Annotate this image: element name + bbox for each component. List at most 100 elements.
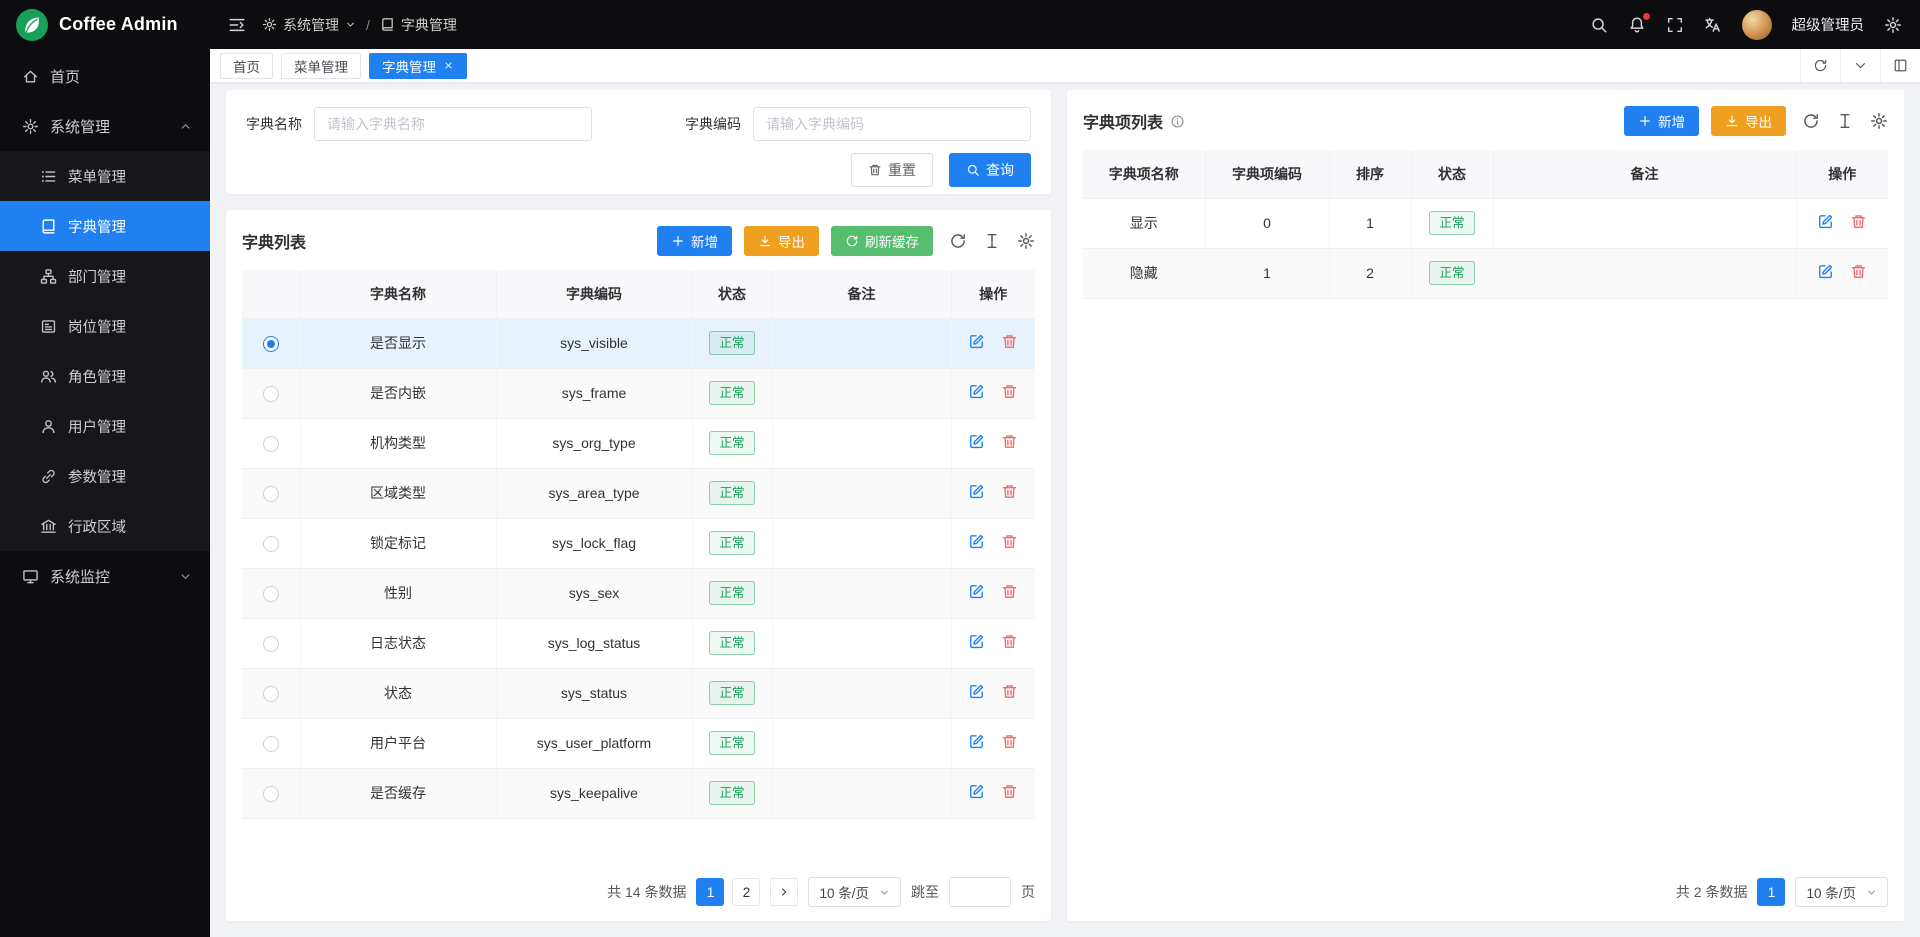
dict-row-9[interactable]: 是否缓存sys_keepalive正常 xyxy=(242,768,1035,818)
edit-icon[interactable] xyxy=(968,633,985,650)
trash-icon[interactable] xyxy=(1001,533,1018,550)
trash-icon[interactable] xyxy=(1001,783,1018,800)
trash-icon[interactable] xyxy=(1001,583,1018,600)
column-height-icon[interactable] xyxy=(1836,112,1854,130)
trash-icon[interactable] xyxy=(1850,263,1867,280)
dict-row-5[interactable]: 性别sys_sex正常 xyxy=(242,568,1035,618)
tab-2[interactable]: 字典管理 xyxy=(369,53,467,79)
edit-icon[interactable] xyxy=(968,683,985,700)
trash-icon[interactable] xyxy=(1001,633,1018,650)
trash-icon[interactable] xyxy=(1001,333,1018,350)
dict-item-row-0[interactable]: 显示01正常 xyxy=(1083,198,1888,248)
edit-icon[interactable] xyxy=(968,483,985,500)
column-settings-gear-icon[interactable] xyxy=(1870,112,1888,130)
dict-name: 是否缓存 xyxy=(300,768,496,818)
search-icon[interactable] xyxy=(1590,16,1608,34)
breadcrumb-item-dict[interactable]: 字典管理 xyxy=(380,15,457,35)
trash-icon[interactable] xyxy=(1850,213,1867,230)
dict-row-6[interactable]: 日志状态sys_log_status正常 xyxy=(242,618,1035,668)
edit-icon[interactable] xyxy=(968,433,985,450)
sidebar-item-7[interactable]: 用户管理 xyxy=(0,401,210,451)
dict-row-4[interactable]: 锁定标记sys_lock_flag正常 xyxy=(242,518,1035,568)
notification-bell-icon[interactable] xyxy=(1628,16,1646,34)
export-dict-button[interactable]: 导出 xyxy=(744,226,819,256)
dict-row-7[interactable]: 状态sys_status正常 xyxy=(242,668,1035,718)
jump-page-input[interactable] xyxy=(949,877,1011,907)
breadcrumb-label: 系统管理 xyxy=(283,15,339,35)
layout-toggle-icon[interactable] xyxy=(1880,49,1920,82)
sidebar-item-2[interactable]: 菜单管理 xyxy=(0,151,210,201)
column-height-icon[interactable] xyxy=(983,232,1001,250)
column-settings-gear-icon[interactable] xyxy=(1017,232,1035,250)
sidebar-item-3[interactable]: 字典管理 xyxy=(0,201,210,251)
dict-code: sys_org_type xyxy=(496,418,692,468)
edit-icon[interactable] xyxy=(968,333,985,350)
row-radio[interactable] xyxy=(263,436,279,452)
sidebar-item-5[interactable]: 岗位管理 xyxy=(0,301,210,351)
sidebar-item-0[interactable]: 首页 xyxy=(0,51,210,101)
row-radio[interactable] xyxy=(263,386,279,402)
dict-row-0[interactable]: 是否显示sys_visible正常 xyxy=(242,318,1035,368)
edit-icon[interactable] xyxy=(968,533,985,550)
row-radio[interactable] xyxy=(263,636,279,652)
row-radio[interactable] xyxy=(263,686,279,702)
page-size-select[interactable]: 10 条/页 xyxy=(1795,877,1888,907)
row-radio[interactable] xyxy=(263,786,279,802)
fullscreen-icon[interactable] xyxy=(1666,16,1684,34)
dict-row-3[interactable]: 区域类型sys_area_type正常 xyxy=(242,468,1035,518)
translate-icon[interactable] xyxy=(1704,16,1722,34)
app-logo[interactable]: Coffee Admin xyxy=(0,0,210,49)
dict-name-input[interactable] xyxy=(314,107,592,141)
username[interactable]: 超级管理员 xyxy=(1792,14,1865,35)
sidebar-collapse-icon[interactable] xyxy=(228,16,246,34)
edit-icon[interactable] xyxy=(968,733,985,750)
edit-icon[interactable] xyxy=(968,783,985,800)
settings-gear-icon[interactable] xyxy=(1884,16,1902,34)
next-page-button[interactable] xyxy=(770,878,798,906)
add-dict-item-button[interactable]: 新增 xyxy=(1624,106,1699,136)
dict-row-2[interactable]: 机构类型sys_org_type正常 xyxy=(242,418,1035,468)
row-radio[interactable] xyxy=(263,586,279,602)
edit-icon[interactable] xyxy=(1817,213,1834,230)
tab-0[interactable]: 首页 xyxy=(220,53,273,79)
dict-row-8[interactable]: 用户平台sys_user_platform正常 xyxy=(242,718,1035,768)
trash-icon[interactable] xyxy=(1001,683,1018,700)
reload-table-icon[interactable] xyxy=(1802,112,1820,130)
sidebar-item-8[interactable]: 参数管理 xyxy=(0,451,210,501)
tab-1[interactable]: 菜单管理 xyxy=(281,53,361,79)
export-dict-items-button[interactable]: 导出 xyxy=(1711,106,1786,136)
dict-code-input[interactable] xyxy=(753,107,1031,141)
row-radio[interactable] xyxy=(263,486,279,502)
sidebar-item-4[interactable]: 部门管理 xyxy=(0,251,210,301)
page-button-2[interactable]: 2 xyxy=(732,878,760,906)
breadcrumb-item-system[interactable]: 系统管理 xyxy=(262,15,356,35)
refresh-cache-button[interactable]: 刷新缓存 xyxy=(831,226,933,256)
reset-button[interactable]: 重置 xyxy=(851,153,933,187)
row-radio[interactable] xyxy=(263,536,279,552)
tabs-dropdown-chevron-icon[interactable] xyxy=(1840,49,1880,82)
trash-icon[interactable] xyxy=(1001,383,1018,400)
sidebar-item-1[interactable]: 系统管理 xyxy=(0,101,210,151)
trash-icon[interactable] xyxy=(1001,733,1018,750)
sidebar-item-9[interactable]: 行政区域 xyxy=(0,501,210,551)
add-dict-button[interactable]: 新增 xyxy=(657,226,732,256)
sidebar-item-6[interactable]: 角色管理 xyxy=(0,351,210,401)
refresh-page-icon[interactable] xyxy=(1800,49,1840,82)
query-button[interactable]: 查询 xyxy=(949,153,1031,187)
dict-item-row-1[interactable]: 隐藏12正常 xyxy=(1083,248,1888,298)
edit-icon[interactable] xyxy=(1817,263,1834,280)
row-radio[interactable] xyxy=(263,336,279,352)
close-icon[interactable] xyxy=(443,60,454,71)
page-button-1[interactable]: 1 xyxy=(696,878,724,906)
page-button-1[interactable]: 1 xyxy=(1757,878,1785,906)
page-size-select[interactable]: 10 条/页 xyxy=(808,877,901,907)
reload-table-icon[interactable] xyxy=(949,232,967,250)
edit-icon[interactable] xyxy=(968,583,985,600)
edit-icon[interactable] xyxy=(968,383,985,400)
row-radio[interactable] xyxy=(263,736,279,752)
user-avatar[interactable] xyxy=(1742,10,1772,40)
trash-icon[interactable] xyxy=(1001,433,1018,450)
sidebar-item-10[interactable]: 系统监控 xyxy=(0,551,210,601)
dict-row-1[interactable]: 是否内嵌sys_frame正常 xyxy=(242,368,1035,418)
trash-icon[interactable] xyxy=(1001,483,1018,500)
